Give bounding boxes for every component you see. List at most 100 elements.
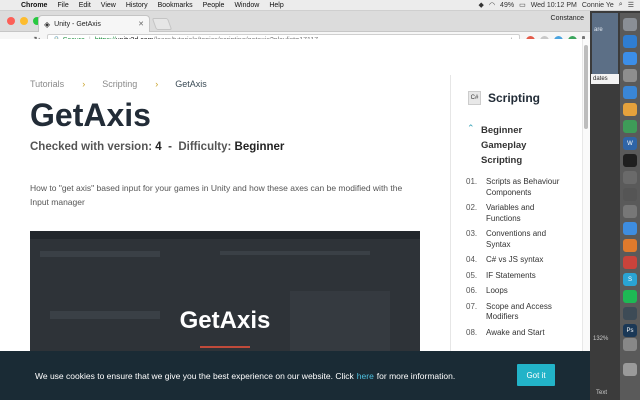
tab-bar: ◈ Unity - GetAxis ✕ Constance xyxy=(0,11,590,32)
version-value: 4 xyxy=(155,141,162,153)
page-scrollbar-thumb[interactable] xyxy=(584,45,588,129)
clock[interactable]: Wed 10:12 PM xyxy=(531,2,577,9)
menu-history[interactable]: History xyxy=(121,0,153,11)
spotify-icon[interactable] xyxy=(623,290,637,303)
sidebar-section-title[interactable]: Beginner Gameplay Scripting xyxy=(481,123,551,168)
sidebar-section[interactable]: ⌃ Beginner Gameplay Scripting xyxy=(467,123,551,168)
settings-icon[interactable] xyxy=(623,171,637,184)
dropbox-icon[interactable]: ◆ xyxy=(479,1,484,9)
item-number: 05. xyxy=(466,270,478,280)
sidebar-item[interactable]: 08. Awake and Start xyxy=(466,328,576,339)
sidebar-header: C# Scripting xyxy=(468,91,540,105)
close-window-button[interactable] xyxy=(7,17,15,25)
launchpad-icon[interactable] xyxy=(623,69,637,82)
notification-text: are xyxy=(594,27,603,33)
finder-icon[interactable] xyxy=(623,18,637,31)
meta-separator: - xyxy=(164,141,176,153)
battery-percent[interactable]: 49% xyxy=(500,2,514,9)
sublime-icon[interactable] xyxy=(623,239,637,252)
sidebar-item[interactable]: 05. IF Statements xyxy=(466,271,576,282)
steam-icon[interactable] xyxy=(623,307,637,320)
cookie-accept-button[interactable]: Got it xyxy=(517,364,555,386)
video-ghost-panel xyxy=(40,251,160,257)
menu-view[interactable]: View xyxy=(96,0,121,11)
video-editor-bar xyxy=(30,231,420,239)
page-title: GetAxis xyxy=(30,97,151,133)
text-label: Text xyxy=(596,390,608,396)
menu-help[interactable]: Help xyxy=(264,0,288,11)
menu-people[interactable]: People xyxy=(198,0,230,11)
item-label[interactable]: IF Statements xyxy=(486,271,566,282)
breadcrumb-tutorials[interactable]: Tutorials xyxy=(30,79,64,89)
sidebar-item[interactable]: 04. C# vs JS syntax xyxy=(466,255,576,266)
sidebar-item[interactable]: 06. Loops xyxy=(466,286,576,297)
item-number: 04. xyxy=(466,255,478,264)
sidebar-item[interactable]: 07. Scope and Access Modifiers xyxy=(466,302,576,323)
word-icon[interactable]: W xyxy=(623,137,637,150)
minimize-window-button[interactable] xyxy=(20,17,28,25)
updates-label[interactable]: dates xyxy=(591,74,619,84)
menu-file[interactable]: File xyxy=(52,0,73,11)
csharp-icon: C# xyxy=(468,91,481,105)
item-label[interactable]: Scripts as Behaviour Components xyxy=(486,177,566,198)
facetime-icon[interactable] xyxy=(623,35,637,48)
sidebar-item[interactable]: 02. Variables and Functions xyxy=(466,203,576,224)
chevron-up-icon[interactable]: ⌃ xyxy=(467,123,481,168)
video-ghost-panel xyxy=(220,251,370,255)
battery-icon[interactable]: ▭ xyxy=(519,1,526,9)
video-title-underline xyxy=(200,346,250,348)
tutorial-sidebar: C# Scripting ⌃ Beginner Gameplay Scripti… xyxy=(450,75,578,389)
app-store-icon[interactable] xyxy=(623,52,637,65)
sidebar-lesson-list: 01. Scripts as Behaviour Components 02. Va… xyxy=(466,177,576,343)
dock: W S Ps xyxy=(620,13,640,400)
cookie-text-after: for more information. xyxy=(376,370,456,381)
breadcrumb-scripting[interactable]: Scripting xyxy=(102,79,137,89)
system-preferences-icon[interactable] xyxy=(623,205,637,218)
tab-active[interactable]: ◈ Unity - GetAxis ✕ xyxy=(38,15,150,32)
item-label[interactable]: Variables and Functions xyxy=(486,203,566,224)
search-icon[interactable]: ⌕ xyxy=(619,1,623,9)
zoom-level: 132% xyxy=(593,336,609,342)
music-icon[interactable] xyxy=(623,188,637,201)
item-label[interactable]: Awake and Start xyxy=(486,328,566,339)
sidebar-item[interactable]: 03. Conventions and Syntax xyxy=(466,229,576,250)
menu-window[interactable]: Window xyxy=(229,0,264,11)
photoshop-icon[interactable]: Ps xyxy=(623,324,637,337)
item-number: 08. xyxy=(466,327,478,337)
sidebar-item[interactable]: 01. Scripts as Behaviour Components xyxy=(466,177,576,198)
breadcrumb-current: GetAxis xyxy=(175,79,207,89)
unity-favicon-icon: ◈ xyxy=(44,19,51,29)
safari-icon[interactable] xyxy=(623,86,637,99)
item-number: 06. xyxy=(466,286,478,295)
difficulty-value: Beginner xyxy=(234,141,285,153)
user-name[interactable]: Connie Ye xyxy=(582,2,614,9)
item-label[interactable]: C# vs JS syntax xyxy=(486,255,566,266)
item-label[interactable]: Loops xyxy=(486,286,566,297)
messages-icon[interactable] xyxy=(623,120,637,133)
profile-name[interactable]: Constance xyxy=(551,15,584,22)
menu-bookmarks[interactable]: Bookmarks xyxy=(153,0,198,11)
window-controls xyxy=(7,17,41,25)
menu-edit[interactable]: Edit xyxy=(74,0,96,11)
menu-list-icon[interactable]: ☰ xyxy=(628,1,634,9)
terminal-icon[interactable] xyxy=(623,154,637,167)
tab-title: Unity - GetAxis xyxy=(54,20,101,28)
wifi-icon[interactable]: ◠ xyxy=(489,1,495,9)
tutorial-description: How to "get axis" based input for your g… xyxy=(30,183,403,207)
item-label[interactable]: Scope and Access Modifiers xyxy=(486,302,566,323)
downloads-folder-icon[interactable] xyxy=(623,338,637,351)
cookie-text: We use cookies to ensure that we give yo… xyxy=(35,370,354,381)
calendar-icon[interactable] xyxy=(623,103,637,116)
calendar-date-icon[interactable] xyxy=(623,256,637,269)
menu-app-chrome[interactable]: Chrome xyxy=(16,0,52,11)
chrome-icon[interactable] xyxy=(623,222,637,235)
skype-icon[interactable]: S xyxy=(623,273,637,286)
sidebar-title[interactable]: Scripting xyxy=(488,91,540,105)
new-tab-button[interactable] xyxy=(151,18,173,30)
trash-icon[interactable] xyxy=(623,363,637,376)
item-label[interactable]: Conventions and Syntax xyxy=(486,229,566,250)
cookie-more-link[interactable]: here xyxy=(357,371,374,381)
tutorial-meta: Checked with version: 4 - Difficulty: Be… xyxy=(30,141,284,153)
tab-close-icon[interactable]: ✕ xyxy=(138,20,144,28)
notification-panel[interactable]: are xyxy=(592,13,618,77)
